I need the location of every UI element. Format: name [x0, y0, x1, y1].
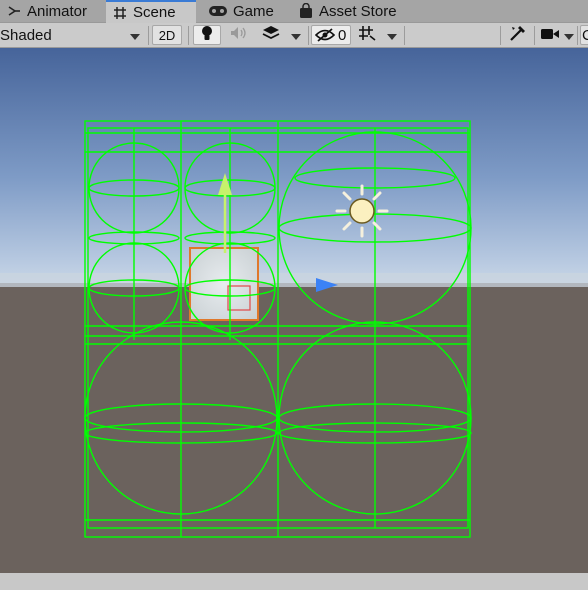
scene-grid-icon [112, 5, 128, 21]
shopping-bag-icon [298, 3, 314, 19]
scene-canvas[interactable] [0, 48, 588, 573]
scene-toolbar: Shaded 2D 0 C [0, 23, 588, 48]
hidden-eye-icon [315, 28, 335, 42]
effects-layers-icon [262, 25, 280, 45]
tools-button[interactable] [504, 25, 532, 45]
audio-toggle-button[interactable] [224, 25, 252, 45]
2d-toggle-button[interactable]: 2D [152, 25, 182, 45]
tab-label: Asset Store [319, 2, 397, 20]
editor-tab-bar: Animator Scene Game Asset Store [0, 0, 588, 23]
tab-label: Scene [133, 4, 176, 21]
draw-mode-dropdown[interactable]: Shaded [0, 25, 144, 45]
light-bulb-icon [201, 25, 213, 45]
status-bar [0, 573, 588, 590]
chevron-down-icon [387, 27, 397, 44]
hidden-objects-toggle[interactable]: 0 [311, 25, 351, 45]
lighting-toggle-button[interactable] [193, 25, 221, 45]
audio-speaker-icon [230, 26, 246, 44]
toolbar-divider [500, 26, 501, 45]
camera-dropdown-button[interactable] [563, 25, 575, 45]
tools-icon [509, 24, 527, 46]
gizmo-grid-icon [358, 25, 376, 45]
camera-icon [541, 27, 559, 44]
sun-light-icon[interactable] [335, 184, 389, 238]
chevron-down-icon [130, 27, 140, 44]
cube-object[interactable] [189, 247, 259, 321]
toolbar-divider [404, 26, 405, 45]
effects-dropdown-button[interactable] [286, 25, 306, 45]
gizmo-dropdown-button[interactable] [382, 25, 402, 45]
toolbar-divider [148, 26, 149, 45]
camera-mode-button[interactable]: C [580, 25, 588, 45]
tab-label: Animator [27, 2, 88, 20]
effects-toggle-button[interactable] [257, 25, 285, 45]
animator-icon [6, 3, 22, 19]
2d-label: 2D [158, 27, 176, 43]
chevron-down-icon [564, 27, 574, 44]
chevron-down-icon [291, 27, 301, 44]
scene-viewport[interactable] [0, 48, 588, 573]
tab-asset-store[interactable]: Asset Store [292, 0, 412, 22]
tab-animator[interactable]: Animator [0, 0, 104, 22]
tab-game[interactable]: Game [202, 0, 286, 22]
camera-mode-label: C [582, 26, 588, 44]
toolbar-divider [534, 26, 535, 45]
toolbar-divider [188, 26, 189, 45]
hidden-count: 0 [338, 26, 347, 44]
camera-settings-button[interactable] [538, 25, 562, 45]
toolbar-divider [308, 26, 309, 45]
gamepad-icon [208, 3, 228, 19]
draw-mode-label: Shaded [0, 26, 52, 44]
toolbar-divider [577, 26, 578, 45]
tab-label: Game [233, 2, 274, 20]
tab-scene[interactable]: Scene [106, 0, 196, 23]
gizmo-grid-toggle[interactable] [354, 25, 380, 45]
